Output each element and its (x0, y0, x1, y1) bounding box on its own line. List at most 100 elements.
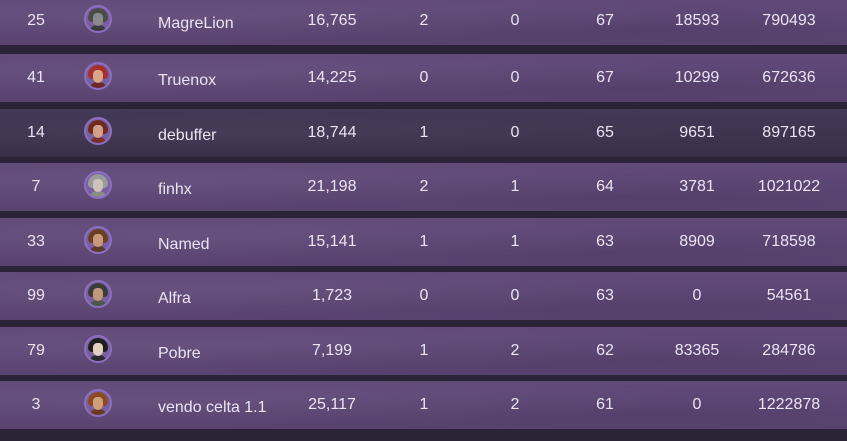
stat-a-cell: 2 (419, 12, 429, 29)
avatar[interactable] (84, 389, 112, 417)
rank-cell: 25 (27, 12, 45, 29)
avatar-face (93, 125, 103, 138)
rank-cell: 7 (31, 178, 41, 195)
player-name[interactable]: Named (158, 221, 288, 269)
stat-a-cell: 0 (419, 69, 429, 86)
avatar-cell (84, 218, 114, 266)
avatar-cell (84, 272, 114, 320)
stat-d-cell: 1222878 (757, 396, 821, 413)
stat-c-cell: 9651 (679, 124, 715, 141)
level-cell: 63 (596, 287, 614, 304)
stat-c-cell: 0 (692, 396, 702, 413)
level-cell: 64 (596, 178, 614, 195)
score-cell: 1,723 (311, 287, 353, 304)
score-cell: 14,225 (307, 69, 357, 86)
stat-d-cell: 790493 (762, 12, 816, 29)
avatar-body (89, 355, 107, 361)
avatar-cell (84, 109, 114, 157)
level-cell: 62 (596, 342, 614, 359)
avatar[interactable] (84, 226, 112, 254)
rank-cell: 14 (27, 124, 45, 141)
stat-d-cell: 897165 (762, 124, 816, 141)
stat-b-cell: 1 (510, 233, 520, 250)
stat-d-cell: 718598 (762, 233, 816, 250)
score-cell: 7,199 (311, 342, 353, 359)
level-cell: 61 (596, 396, 614, 413)
table-row[interactable]: 41 Truenox 14,225 0 0 67 10299 672636 (0, 54, 847, 102)
stat-c-cell: 3781 (679, 178, 715, 195)
avatar-face (93, 13, 103, 26)
table-row[interactable]: 33 Named 15,141 1 1 63 8909 718598 (0, 218, 847, 266)
avatar-face (93, 234, 103, 247)
avatar-body (89, 409, 107, 415)
player-name[interactable]: MagreLion (158, 0, 288, 48)
stat-b-cell: 1 (510, 178, 520, 195)
level-cell: 67 (596, 12, 614, 29)
avatar-face (93, 70, 103, 83)
avatar[interactable] (84, 280, 112, 308)
player-name[interactable]: vendo celta 1.1 (158, 384, 288, 432)
player-name[interactable]: Truenox (158, 57, 288, 105)
stat-c-cell: 18593 (674, 12, 720, 29)
avatar[interactable] (84, 5, 112, 33)
stat-c-cell: 83365 (674, 342, 720, 359)
table-row[interactable]: 99 Alfra 1,723 0 0 63 0 54561 (0, 272, 847, 320)
stat-b-cell: 0 (510, 69, 520, 86)
stat-c-cell: 8909 (679, 233, 715, 250)
avatar-cell (84, 163, 114, 211)
avatar-body (89, 25, 107, 31)
score-cell: 16,765 (307, 12, 357, 29)
avatar-cell (84, 381, 114, 429)
stat-a-cell: 1 (419, 396, 429, 413)
avatar[interactable] (84, 117, 112, 145)
avatar[interactable] (84, 171, 112, 199)
rank-cell: 3 (31, 396, 41, 413)
stat-a-cell: 2 (419, 178, 429, 195)
stat-d-cell: 672636 (762, 69, 816, 86)
level-cell: 67 (596, 69, 614, 86)
stat-d-cell: 284786 (762, 342, 816, 359)
avatar[interactable] (84, 62, 112, 90)
score-cell: 25,117 (308, 396, 356, 413)
avatar-body (89, 137, 107, 143)
table-row[interactable]: 25 MagreLion 16,765 2 0 67 18593 790493 (0, 0, 847, 45)
stat-a-cell: 0 (419, 287, 429, 304)
table-row[interactable]: 3 vendo celta 1.1 25,117 1 2 61 0 1222878 (0, 381, 847, 429)
stat-c-cell: 0 (692, 287, 702, 304)
table-row[interactable]: 14 debuffer 18,744 1 0 65 9651 897165 (0, 109, 847, 157)
avatar-cell (84, 327, 114, 375)
table-row[interactable]: 79 Pobre 7,199 1 2 62 83365 284786 (0, 327, 847, 375)
stat-b-cell: 0 (510, 124, 520, 141)
stat-a-cell: 1 (419, 233, 429, 250)
score-cell: 21,198 (307, 178, 357, 195)
avatar-cell (84, 0, 114, 45)
avatar-body (89, 82, 107, 88)
avatar-face (93, 397, 103, 410)
stat-b-cell: 0 (510, 12, 520, 29)
avatar-face (93, 288, 103, 301)
rank-cell: 79 (27, 342, 45, 359)
level-cell: 65 (596, 124, 614, 141)
stat-b-cell: 2 (510, 342, 520, 359)
avatar[interactable] (84, 335, 112, 363)
avatar-body (89, 246, 107, 252)
player-name[interactable]: Pobre (158, 330, 288, 378)
level-cell: 63 (596, 233, 614, 250)
player-name[interactable]: finhx (158, 166, 288, 214)
stat-b-cell: 2 (510, 396, 520, 413)
avatar-face (93, 179, 103, 192)
score-cell: 18,744 (307, 124, 357, 141)
stat-d-cell: 54561 (766, 287, 812, 304)
leaderboard-table: 25 MagreLion 16,765 2 0 67 18593 790493 41 Trueno… (0, 0, 847, 441)
rank-cell: 33 (27, 233, 45, 250)
player-name[interactable]: debuffer (158, 112, 288, 160)
stat-a-cell: 1 (419, 124, 429, 141)
avatar-cell (84, 54, 114, 102)
table-row[interactable]: 7 finhx 21,198 2 1 64 3781 1021022 (0, 163, 847, 211)
stat-b-cell: 0 (510, 287, 520, 304)
stat-c-cell: 10299 (674, 69, 720, 86)
stat-a-cell: 1 (419, 342, 429, 359)
avatar-face (93, 343, 103, 356)
avatar-body (89, 300, 107, 306)
player-name[interactable]: Alfra (158, 275, 288, 323)
